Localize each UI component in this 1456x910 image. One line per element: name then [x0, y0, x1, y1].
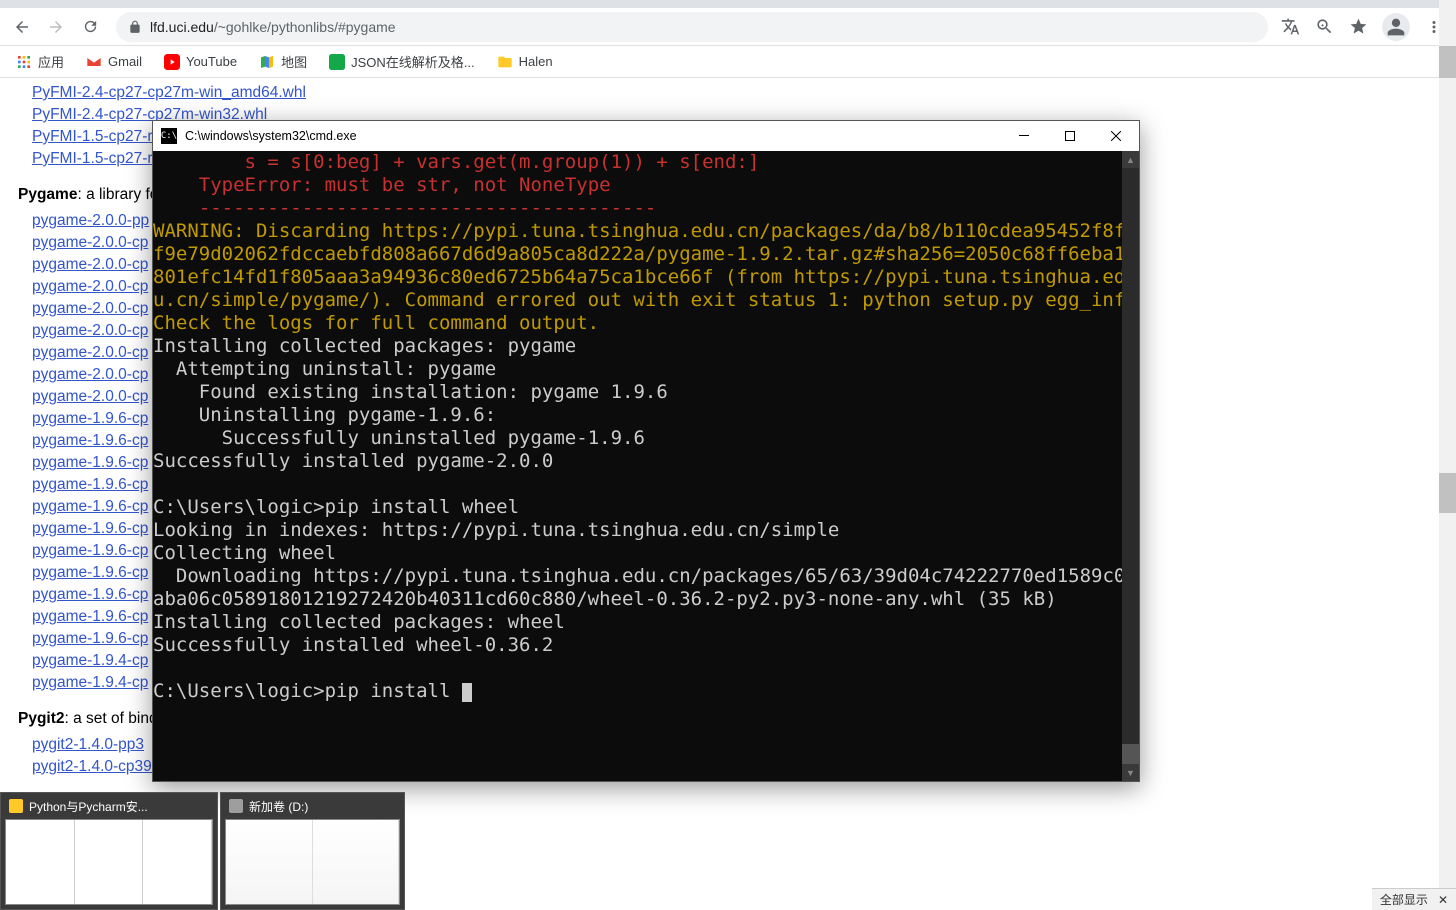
download-link[interactable]: pygame-2.0.0-cp	[32, 320, 148, 342]
bookmark-map[interactable]: 地图	[251, 48, 315, 75]
pkg-desc: : a set of bind	[65, 710, 158, 727]
bookmark-label: Halen	[519, 54, 553, 69]
cmd-body[interactable]: s = s[0:beg] + vars.get(m.group(1)) + s[…	[153, 151, 1139, 781]
bookmark-gmail[interactable]: Gmail	[78, 50, 150, 74]
thumb-title: Python与Pycharm安...	[29, 798, 148, 815]
download-link[interactable]: pygame-2.0.0-pp	[32, 210, 149, 232]
downloads-bar: 全部显示 ✕	[1372, 888, 1456, 910]
pkg-name: Pygit2	[18, 710, 65, 727]
pkg-name: Pygame	[18, 186, 77, 203]
download-link[interactable]: pygame-1.9.6-cp	[32, 452, 148, 474]
download-link[interactable]: pygame-1.9.6-cp	[32, 628, 148, 650]
download-link[interactable]: pygame-1.9.6-cp	[32, 474, 148, 496]
download-link[interactable]: pygame-1.9.6-cp	[32, 408, 148, 430]
bookmarks-bar: 应用 Gmail YouTube 地图 JSON在线解析及格... Halen	[0, 46, 1456, 78]
translate-icon[interactable]	[1280, 17, 1300, 37]
cmd-window: C:\ C:\windows\system32\cmd.exe s = s[0:…	[152, 120, 1140, 782]
download-link[interactable]: PyFMI-2.4-cp27-cp27m-win_amd64.whl	[32, 82, 306, 104]
download-link[interactable]: PyFMI-1.5-cp27-r	[32, 126, 153, 148]
download-link[interactable]: PyFMI-1.5-cp27-r	[32, 148, 153, 170]
back-button[interactable]	[8, 13, 36, 41]
cmd-titlebar[interactable]: C:\ C:\windows\system32\cmd.exe	[153, 121, 1139, 151]
folder-icon	[497, 54, 513, 70]
pkg-desc: : a library fo	[77, 186, 158, 203]
thumb-preview	[5, 819, 213, 905]
thumb-preview	[225, 819, 400, 905]
json-icon	[329, 54, 345, 70]
lock-icon	[128, 20, 142, 34]
download-link[interactable]: pygame-1.9.6-cp	[32, 584, 148, 606]
download-link[interactable]: pygame-1.9.6-cp	[32, 540, 148, 562]
page-scrollbar-thumb[interactable]	[1439, 473, 1456, 513]
download-link[interactable]: pygame-2.0.0-cp	[32, 364, 148, 386]
cmd-icon: C:\	[161, 128, 177, 144]
bookmark-label: 应用	[38, 52, 64, 71]
thumb-title: 新加卷 (D:)	[249, 798, 308, 815]
map-icon	[259, 54, 275, 70]
download-link[interactable]: pygame-1.9.6-cp	[32, 518, 148, 540]
cmd-cursor	[462, 683, 472, 702]
profile-avatar[interactable]	[1382, 13, 1410, 41]
download-link[interactable]: pygame-2.0.0-cp	[32, 342, 148, 364]
youtube-icon	[164, 54, 180, 70]
apps-button[interactable]: 应用	[8, 48, 72, 75]
toolbar-right-icons	[1280, 13, 1448, 41]
drive-icon	[229, 799, 243, 813]
taskbar-thumb-2[interactable]: 新加卷 (D:)	[220, 792, 405, 910]
download-link[interactable]: pygame-2.0.0-cp	[32, 232, 148, 254]
cmd-scrollbar-thumb[interactable]	[1122, 744, 1139, 764]
download-link[interactable]: pygame-2.0.0-cp	[32, 386, 148, 408]
bookmark-label: Gmail	[108, 54, 142, 69]
scroll-down-icon[interactable]: ▼	[1122, 764, 1139, 781]
folder-icon	[9, 799, 23, 813]
gmail-icon	[86, 54, 102, 70]
cmd-output: s = s[0:beg] + vars.get(m.group(1)) + s[…	[153, 151, 1139, 703]
minimize-button[interactable]	[1001, 121, 1047, 151]
close-icon[interactable]: ✕	[1438, 893, 1448, 907]
cmd-scrollbar[interactable]: ▲ ▼	[1122, 151, 1139, 781]
download-link[interactable]: pygame-1.9.6-cp	[32, 606, 148, 628]
bookmark-star-icon[interactable]	[1348, 17, 1368, 37]
close-button[interactable]	[1093, 121, 1139, 151]
reload-button[interactable]	[76, 13, 104, 41]
apps-icon	[16, 54, 32, 70]
forward-button[interactable]	[42, 13, 70, 41]
download-link[interactable]: pygit2-1.4.0-pp3	[32, 734, 144, 756]
download-link[interactable]: pygame-2.0.0-cp	[32, 298, 148, 320]
download-link[interactable]: pygame-1.9.4-cp	[32, 650, 148, 672]
show-all-label[interactable]: 全部显示	[1380, 891, 1428, 908]
download-link[interactable]: pygame-2.0.0-cp	[32, 254, 148, 276]
cmd-title: C:\windows\system32\cmd.exe	[185, 129, 1001, 143]
bookmark-label: 地图	[281, 52, 307, 71]
maximize-button[interactable]	[1047, 121, 1093, 151]
bookmark-halen[interactable]: Halen	[489, 50, 561, 74]
page-scrollbar[interactable]	[1439, 78, 1456, 868]
taskbar-thumbnails: Python与Pycharm安... 新加卷 (D:)	[0, 792, 405, 910]
bookmark-json[interactable]: JSON在线解析及格...	[321, 48, 483, 75]
download-link[interactable]: pygame-1.9.6-cp	[32, 496, 148, 518]
chrome-tabstrip	[0, 0, 1456, 8]
download-link[interactable]: pygame-1.9.6-cp	[32, 430, 148, 452]
bookmark-youtube[interactable]: YouTube	[156, 50, 245, 74]
download-link[interactable]: pygame-1.9.6-cp	[32, 562, 148, 584]
bookmark-label: YouTube	[186, 54, 237, 69]
zoom-icon[interactable]	[1314, 17, 1334, 37]
download-link[interactable]: pygame-1.9.4-cp	[32, 672, 148, 694]
download-link[interactable]: pygame-2.0.0-cp	[32, 276, 148, 298]
address-bar[interactable]: lfd.uci.edu/~gohlke/pythonlibs/#pygame	[116, 12, 1268, 42]
scroll-up-icon[interactable]: ▲	[1122, 151, 1139, 168]
address-text: lfd.uci.edu/~gohlke/pythonlibs/#pygame	[150, 19, 1256, 35]
chrome-toolbar: lfd.uci.edu/~gohlke/pythonlibs/#pygame	[0, 8, 1456, 46]
taskbar-thumb-1[interactable]: Python与Pycharm安...	[0, 792, 218, 910]
bookmark-label: JSON在线解析及格...	[351, 52, 475, 71]
